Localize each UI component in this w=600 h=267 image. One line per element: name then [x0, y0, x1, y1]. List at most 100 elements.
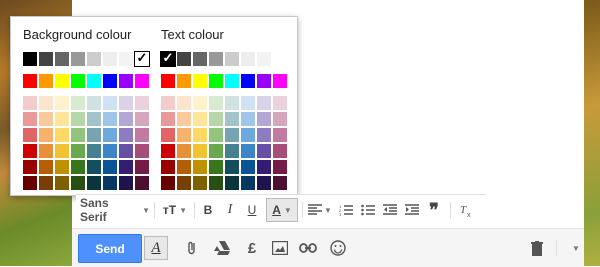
- background-colour-swatch[interactable]: [71, 52, 85, 66]
- text-colour-swatch[interactable]: [161, 176, 175, 190]
- background-colour-swatch[interactable]: [71, 96, 85, 110]
- background-colour-swatch[interactable]: [87, 176, 101, 190]
- text-colour-swatch[interactable]: [257, 176, 271, 190]
- italic-button[interactable]: I: [220, 195, 240, 225]
- background-colour-swatch[interactable]: [71, 144, 85, 158]
- numbered-list-button[interactable]: 123: [336, 195, 356, 225]
- text-colour-swatch[interactable]: [177, 52, 191, 66]
- text-colour-swatch[interactable]: [225, 112, 239, 126]
- background-colour-swatch[interactable]: [103, 144, 117, 158]
- text-colour-swatch[interactable]: [209, 160, 223, 174]
- attach-files-button[interactable]: [182, 238, 202, 258]
- background-colour-swatch[interactable]: [103, 112, 117, 126]
- background-colour-swatch[interactable]: [135, 112, 149, 126]
- text-colour-swatch[interactable]: [241, 96, 255, 110]
- send-button[interactable]: Send: [78, 234, 142, 263]
- text-colour-swatch[interactable]: [177, 176, 191, 190]
- background-colour-swatch[interactable]: [103, 128, 117, 142]
- text-colour-swatch[interactable]: [273, 74, 287, 88]
- text-colour-swatch[interactable]: [273, 144, 287, 158]
- insert-emoji-button[interactable]: [328, 238, 348, 258]
- text-colour-swatch[interactable]: [209, 52, 223, 66]
- indent-more-button[interactable]: [402, 195, 422, 225]
- text-colour-swatch[interactable]: [161, 144, 175, 158]
- text-colour-swatch[interactable]: [193, 128, 207, 142]
- insert-photo-button[interactable]: [270, 238, 290, 258]
- background-colour-swatch[interactable]: [55, 74, 69, 88]
- text-colour-swatch[interactable]: [257, 112, 271, 126]
- text-colour-swatch[interactable]: [273, 128, 287, 142]
- text-colour-swatch[interactable]: [273, 96, 287, 110]
- text-colour-swatch[interactable]: [161, 160, 175, 174]
- text-colour-swatch[interactable]: ✓: [160, 50, 176, 67]
- text-colour-swatch[interactable]: [193, 176, 207, 190]
- background-colour-swatch[interactable]: [135, 74, 149, 88]
- text-colour-swatch[interactable]: [161, 128, 175, 142]
- background-colour-swatch[interactable]: [119, 96, 133, 110]
- text-colour-swatch[interactable]: [241, 128, 255, 142]
- discard-draft-button[interactable]: [527, 238, 547, 258]
- text-colour-swatch[interactable]: [241, 52, 255, 66]
- text-color-button[interactable]: A ▼: [266, 198, 298, 222]
- text-colour-swatch[interactable]: [161, 74, 175, 88]
- background-colour-swatch[interactable]: [87, 144, 101, 158]
- text-colour-swatch[interactable]: [193, 96, 207, 110]
- background-colour-swatch[interactable]: [119, 52, 133, 66]
- indent-less-button[interactable]: [380, 195, 400, 225]
- background-colour-swatch[interactable]: [39, 74, 53, 88]
- background-colour-swatch[interactable]: [119, 112, 133, 126]
- text-colour-swatch[interactable]: [225, 176, 239, 190]
- background-colour-swatch[interactable]: [87, 160, 101, 174]
- text-colour-swatch[interactable]: [257, 144, 271, 158]
- background-colour-swatch[interactable]: [119, 160, 133, 174]
- background-colour-swatch[interactable]: [39, 160, 53, 174]
- text-colour-swatch[interactable]: [193, 144, 207, 158]
- background-colour-swatch[interactable]: [71, 176, 85, 190]
- background-colour-swatch[interactable]: [87, 112, 101, 126]
- text-colour-swatch[interactable]: [209, 176, 223, 190]
- font-size-select[interactable]: тT ▼: [160, 195, 190, 225]
- text-colour-swatch[interactable]: [257, 160, 271, 174]
- background-colour-swatch[interactable]: [71, 128, 85, 142]
- background-colour-swatch[interactable]: [103, 176, 117, 190]
- background-colour-swatch[interactable]: [55, 112, 69, 126]
- text-colour-swatch[interactable]: [273, 52, 287, 66]
- background-colour-swatch[interactable]: [55, 128, 69, 142]
- text-colour-swatch[interactable]: [257, 52, 271, 66]
- background-colour-swatch[interactable]: [39, 96, 53, 110]
- underline-button[interactable]: U: [242, 195, 262, 225]
- background-colour-swatch[interactable]: [39, 176, 53, 190]
- background-colour-swatch[interactable]: [71, 160, 85, 174]
- background-colour-swatch[interactable]: [23, 160, 37, 174]
- text-colour-swatch[interactable]: [209, 112, 223, 126]
- send-money-button[interactable]: £: [242, 238, 262, 258]
- background-colour-swatch[interactable]: [23, 52, 37, 66]
- background-colour-swatch[interactable]: [103, 96, 117, 110]
- background-colour-swatch[interactable]: [39, 144, 53, 158]
- align-button[interactable]: ▼: [306, 195, 334, 225]
- text-colour-swatch[interactable]: [241, 160, 255, 174]
- text-colour-swatch[interactable]: [225, 144, 239, 158]
- background-colour-swatch[interactable]: [23, 128, 37, 142]
- text-colour-swatch[interactable]: [257, 74, 271, 88]
- text-colour-swatch[interactable]: [177, 128, 191, 142]
- text-colour-swatch[interactable]: [209, 74, 223, 88]
- text-colour-swatch[interactable]: [177, 160, 191, 174]
- background-colour-swatch[interactable]: [55, 52, 69, 66]
- text-colour-swatch[interactable]: [273, 176, 287, 190]
- background-colour-swatch[interactable]: [23, 144, 37, 158]
- text-colour-swatch[interactable]: [225, 96, 239, 110]
- background-colour-swatch[interactable]: [39, 112, 53, 126]
- background-colour-swatch[interactable]: [39, 128, 53, 142]
- quote-button[interactable]: ❞: [424, 195, 444, 225]
- background-colour-swatch[interactable]: [23, 74, 37, 88]
- text-colour-swatch[interactable]: [209, 96, 223, 110]
- bulleted-list-button[interactable]: [358, 195, 378, 225]
- background-colour-swatch[interactable]: [55, 144, 69, 158]
- background-colour-swatch[interactable]: [55, 160, 69, 174]
- remove-formatting-button[interactable]: Tx: [456, 195, 478, 225]
- background-colour-swatch[interactable]: [135, 96, 149, 110]
- background-colour-swatch[interactable]: [23, 96, 37, 110]
- text-colour-swatch[interactable]: [273, 112, 287, 126]
- text-colour-swatch[interactable]: [177, 74, 191, 88]
